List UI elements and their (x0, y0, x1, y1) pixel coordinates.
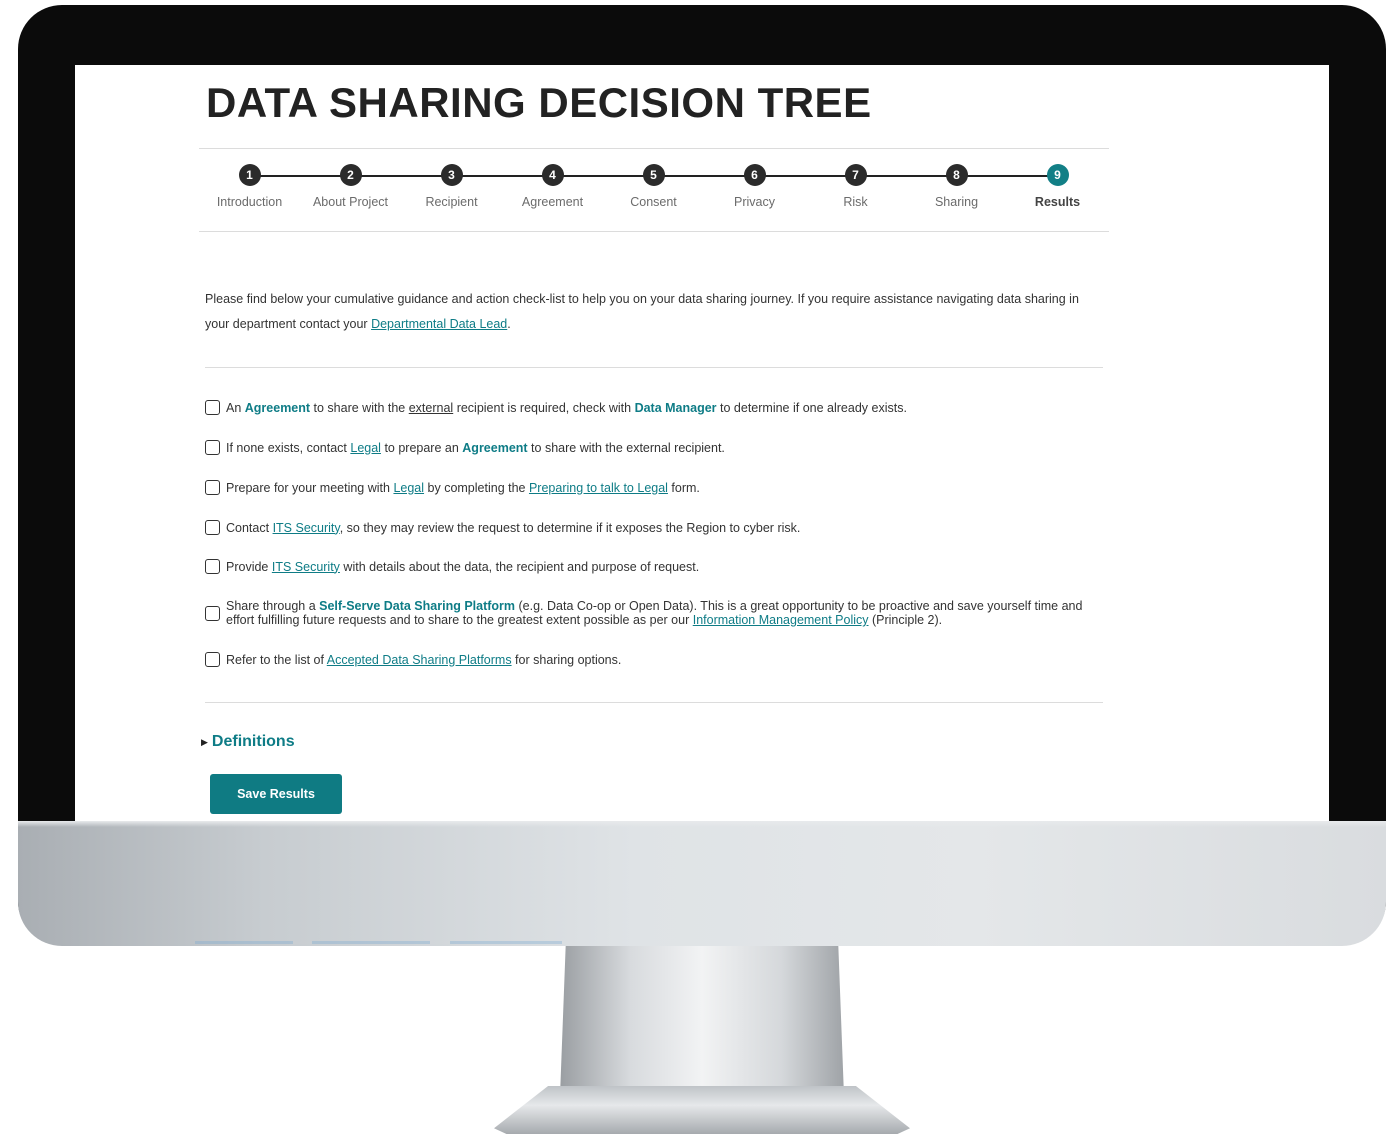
step-about-project[interactable]: 2 About Project (300, 164, 401, 209)
text: Prepare for your meeting with (226, 480, 394, 495)
step-number: 1 (238, 164, 261, 186)
checklist-item-text: Provide ITS Security with details about … (226, 560, 699, 574)
step-label: Agreement (521, 195, 584, 209)
checklist-item-text: If none exists, contact Legal to prepare… (226, 441, 725, 455)
accepted-data-sharing-platforms-link[interactable]: Accepted Data Sharing Platforms (327, 653, 512, 667)
preparing-to-talk-to-legal-link[interactable]: Preparing to talk to Legal (529, 481, 668, 495)
checklist-checkbox[interactable] (205, 520, 220, 535)
text: to share with the external recipient. (527, 440, 725, 455)
step-consent[interactable]: 5 Consent (603, 164, 704, 209)
checklist-checkbox[interactable] (205, 559, 220, 574)
intro-paragraph: Please find below your cumulative guidan… (205, 287, 1105, 337)
step-number: 8 (945, 164, 968, 186)
intro-text-end: . (507, 317, 511, 331)
legal-link[interactable]: Legal (350, 441, 381, 455)
step-agreement[interactable]: 4 Agreement (502, 164, 603, 209)
divider (205, 702, 1103, 703)
step-number: 3 (440, 164, 463, 186)
step-recipient[interactable]: 3 Recipient (401, 164, 502, 209)
agreement-term: Agreement (462, 440, 528, 455)
reflection-strip (312, 941, 430, 944)
step-number: 5 (642, 164, 665, 186)
checklist-item: Provide ITS Security with details about … (205, 559, 1110, 574)
step-number: 6 (743, 164, 766, 186)
data-manager-term: Data Manager (634, 400, 717, 415)
divider (199, 148, 1109, 149)
departmental-data-lead-link[interactable]: Departmental Data Lead (371, 317, 507, 331)
agreement-term: Agreement (244, 400, 311, 415)
information-management-policy-link[interactable]: Information Management Policy (693, 613, 869, 627)
step-label-active: Results (1034, 195, 1081, 209)
text: If none exists, contact (226, 440, 351, 455)
text: An (226, 400, 245, 415)
page-title: DATA SHARING DECISION TREE (206, 79, 872, 126)
checklist-item: If none exists, contact Legal to prepare… (205, 440, 1110, 455)
text: (Principle 2). (868, 613, 943, 627)
text: Contact (226, 520, 273, 535)
checklist-item: Refer to the list of Accepted Data Shari… (205, 652, 1110, 667)
checklist-checkbox[interactable] (205, 440, 220, 455)
save-results-button[interactable]: Save Results (210, 774, 342, 814)
definitions-toggle[interactable]: ▶ Definitions (201, 733, 295, 751)
text: for sharing options. (511, 652, 622, 667)
checklist-item: An Agreement to share with the external … (205, 400, 1110, 415)
checklist-item: Contact ITS Security, so they may review… (205, 520, 1110, 535)
intro-text: Please find below your cumulative guidan… (205, 292, 1079, 331)
text: recipient is required, check with (453, 400, 635, 415)
step-label: Sharing (934, 195, 979, 209)
self-serve-platform-term: Self-Serve Data Sharing Platform (319, 599, 516, 613)
step-label: Recipient (425, 195, 478, 209)
step-number: 7 (844, 164, 867, 186)
step-label: About Project (312, 195, 389, 209)
step-label: Consent (630, 195, 677, 209)
checklist-checkbox[interactable] (205, 400, 220, 415)
reflection-strip (195, 941, 293, 944)
checklist-item-text: An Agreement to share with the external … (226, 401, 907, 415)
monitor-stand-base (494, 1086, 910, 1134)
checklist-item-text: Share through a Self-Serve Data Sharing … (226, 599, 1110, 627)
checklist-item-text: Contact ITS Security, so they may review… (226, 521, 800, 535)
legal-link[interactable]: Legal (393, 481, 424, 495)
step-label: Privacy (734, 195, 775, 209)
definitions-label: Definitions (211, 733, 295, 750)
monitor-chin (18, 821, 1386, 946)
step-risk[interactable]: 7 Risk (805, 164, 906, 209)
checklist-item-text: Prepare for your meeting with Legal by c… (226, 481, 700, 495)
text: by completing the (424, 480, 529, 495)
text: to prepare an (380, 440, 463, 455)
text: to determine if one already exists. (716, 400, 907, 415)
checklist-item: Prepare for your meeting with Legal by c… (205, 480, 1110, 495)
text: Provide (226, 559, 272, 574)
triangle-right-icon: ▶ (201, 736, 208, 747)
checklist-checkbox[interactable] (205, 652, 220, 667)
external-term: external (408, 400, 454, 415)
step-sharing[interactable]: 8 Sharing (906, 164, 1007, 209)
checklist-item-text: Refer to the list of Accepted Data Shari… (226, 653, 621, 667)
step-introduction[interactable]: 1 Introduction (199, 164, 300, 209)
divider (199, 231, 1109, 232)
step-results[interactable]: 9 Results (1007, 164, 1108, 209)
checklist-checkbox[interactable] (205, 480, 220, 495)
checklist-item: Share through a Self-Serve Data Sharing … (205, 599, 1110, 627)
text: Share through a (226, 599, 320, 613)
text: to share with the (310, 400, 409, 415)
text: form. (667, 480, 700, 495)
step-privacy[interactable]: 6 Privacy (704, 164, 805, 209)
monitor-screen: DATA SHARING DECISION TREE 1 Introductio… (75, 65, 1329, 821)
monitor-stand-neck (560, 946, 844, 1096)
text: , so they may review the request to dete… (339, 520, 801, 535)
step-number-active: 9 (1046, 164, 1069, 186)
checklist-checkbox[interactable] (205, 605, 220, 621)
step-number: 4 (541, 164, 564, 186)
step-label: Introduction (216, 195, 283, 209)
progress-stepper: 1 Introduction 2 About Project 3 Recipie… (199, 161, 1109, 221)
text: Refer to the list of (226, 652, 327, 667)
step-number: 2 (339, 164, 362, 186)
step-label: Risk (843, 195, 868, 209)
reflection-strip (450, 941, 562, 944)
its-security-link[interactable]: ITS Security (273, 521, 340, 535)
divider (205, 367, 1103, 368)
its-security-link[interactable]: ITS Security (272, 560, 340, 574)
text: with details about the data, the recipie… (339, 559, 700, 574)
